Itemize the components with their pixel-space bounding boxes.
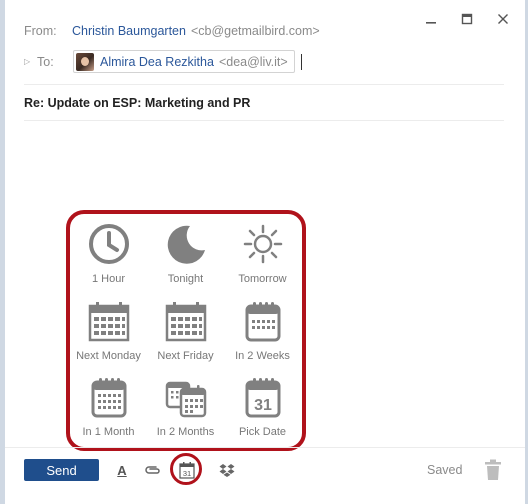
dropbox-icon[interactable] xyxy=(218,461,236,479)
calendar-31-icon: 31 xyxy=(245,378,280,418)
snooze-options-grid: 1 Hour Tonight Tomorrow Next Monday Next… xyxy=(70,222,302,452)
subject-divider xyxy=(24,120,504,121)
saved-status: Saved xyxy=(427,463,463,477)
snooze-option-label: In 2 Weeks xyxy=(235,349,290,362)
trash-icon[interactable] xyxy=(484,459,502,481)
recipient-chip[interactable]: Almira Dea Rezkitha <dea@liv.it> xyxy=(73,50,295,73)
from-row: From: Christin Baumgarten <cb@getmailbir… xyxy=(24,24,320,38)
send-button[interactable]: Send xyxy=(24,459,99,481)
from-name[interactable]: Christin Baumgarten xyxy=(72,24,186,38)
snooze-option-label: Tonight xyxy=(167,273,204,285)
calendar-stack-icon xyxy=(165,381,206,418)
snooze-option-pick-date[interactable]: 31 Pick Date xyxy=(224,375,301,452)
subject-field[interactable]: Re: Update on ESP: Marketing and PR xyxy=(24,96,250,110)
from-email: <cb@getmailbird.com> xyxy=(190,24,320,38)
calendar-icon xyxy=(245,301,280,341)
snooze-option-label: Pick Date xyxy=(238,426,287,438)
snooze-option-in-2-months[interactable]: In 2 Months xyxy=(147,375,224,452)
recipient-email: <dea@liv.it> xyxy=(218,54,288,69)
attachment-icon[interactable] xyxy=(144,461,162,479)
snooze-option-label: 1 Hour xyxy=(91,273,126,285)
snooze-option-label: Next Monday xyxy=(76,349,141,362)
snooze-option-1-hour[interactable]: 1 Hour xyxy=(70,222,147,299)
snooze-calendar-day: 31 xyxy=(183,469,191,478)
clock-icon xyxy=(88,224,129,264)
snooze-option-tonight[interactable]: Tonight xyxy=(147,222,224,299)
snooze-option-label: In 1 Month xyxy=(82,426,135,438)
expand-recipients-icon[interactable]: ▷ xyxy=(24,57,37,66)
to-input-caret[interactable] xyxy=(300,53,302,70)
close-icon[interactable] xyxy=(496,12,510,26)
snooze-option-label: In 2 Months xyxy=(156,426,215,438)
snooze-option-next-friday[interactable]: Next Friday xyxy=(147,299,224,376)
minimize-icon[interactable] xyxy=(424,12,438,26)
maximize-icon[interactable] xyxy=(460,12,474,26)
avatar xyxy=(76,52,94,71)
snooze-option-in-1-month[interactable]: In 1 Month xyxy=(70,375,147,452)
moon-icon xyxy=(167,225,205,264)
snooze-calendar-icon[interactable]: 31 xyxy=(178,461,196,479)
to-label: To: xyxy=(37,54,54,69)
recipient-name: Almira Dea Rezkitha xyxy=(100,54,214,69)
snooze-option-label: Tomorrow xyxy=(238,273,287,285)
snooze-option-tomorrow[interactable]: Tomorrow xyxy=(224,222,301,299)
from-label: From: xyxy=(24,24,57,38)
sun-icon xyxy=(243,224,282,264)
pick-date-day: 31 xyxy=(254,397,272,414)
window-frame-left xyxy=(0,0,5,504)
snooze-option-label: Next Friday xyxy=(157,349,214,362)
snooze-option-in-2-weeks[interactable]: In 2 Weeks xyxy=(224,299,301,376)
font-format-icon[interactable]: A xyxy=(116,461,128,479)
toolbar-divider xyxy=(5,447,525,448)
window-controls xyxy=(424,12,510,26)
header-divider xyxy=(24,84,504,85)
calendar-week-icon xyxy=(88,301,129,341)
snooze-panel: 1 Hour Tonight Tomorrow Next Monday Next… xyxy=(66,210,306,451)
calendar-week-icon xyxy=(165,301,206,341)
snooze-option-next-monday[interactable]: Next Monday xyxy=(70,299,147,376)
to-row: ▷ To: Almira Dea Rezkitha <dea@liv.it> xyxy=(24,50,302,73)
calendar-month-icon xyxy=(91,378,126,418)
